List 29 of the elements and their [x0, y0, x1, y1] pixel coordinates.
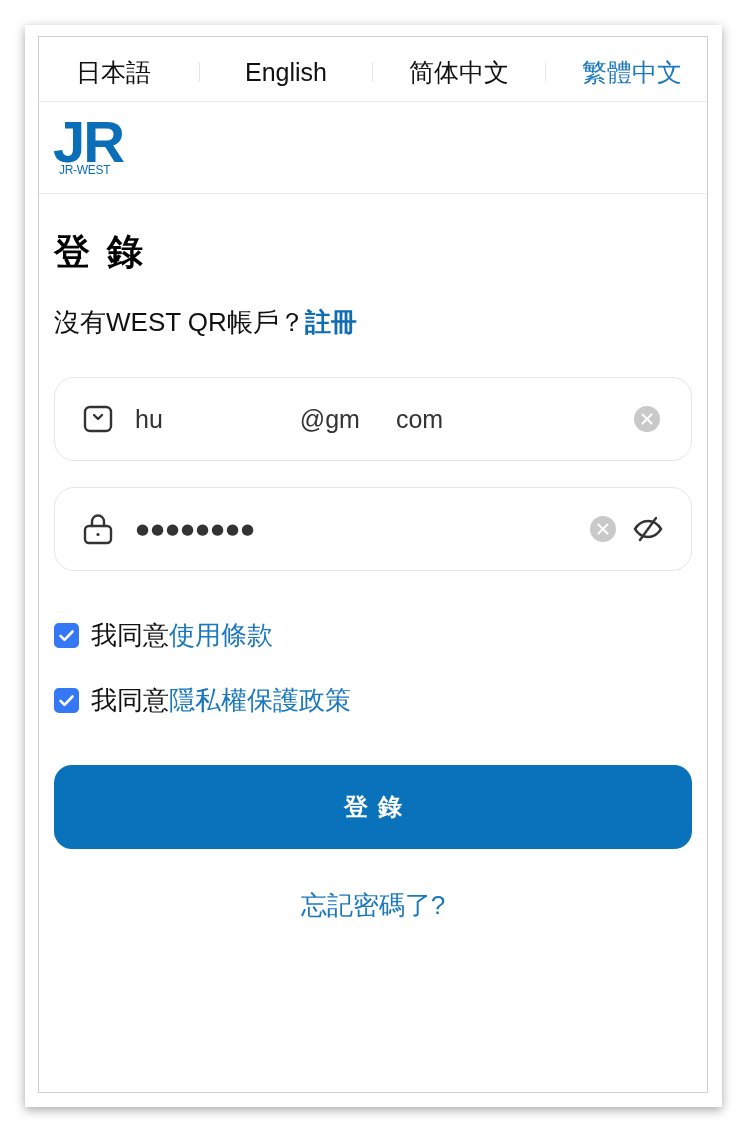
checkbox[interactable] — [54, 622, 79, 648]
language-tab[interactable]: 简体中文 — [401, 52, 517, 92]
agreement-text: 我同意使用條款 — [91, 619, 273, 651]
password-value: ●●●●●●●● — [136, 519, 256, 540]
login-button[interactable]: 登錄 — [54, 765, 692, 849]
page-title: 登錄 — [54, 230, 160, 274]
register-link[interactable]: 註冊 — [304, 307, 357, 337]
email-value: com — [395, 404, 444, 435]
clear-icon — [634, 406, 660, 432]
lock-icon — [83, 513, 113, 545]
policy-link[interactable]: 隱私權保護政策 — [169, 685, 351, 715]
language-tab[interactable]: 繁體中文 — [574, 52, 690, 92]
language-tab[interactable]: 日本語 — [67, 52, 159, 92]
email-value: hu — [135, 404, 163, 435]
agreement-text: 我同意隱私權保護政策 — [91, 684, 351, 716]
email-field[interactable]: hu @gm com — [54, 377, 692, 461]
language-tab[interactable]: English — [237, 52, 335, 92]
eye-slash-icon — [633, 516, 663, 542]
checkbox[interactable] — [54, 687, 79, 713]
password-field[interactable]: ●●●●●●●● — [54, 487, 692, 571]
show-password-button[interactable] — [633, 516, 663, 542]
logo-text: JR — [53, 119, 124, 165]
signup-prompt: 沒有WEST QR帳戶？註冊 — [54, 306, 357, 338]
clear-icon — [590, 516, 616, 542]
inbox-icon — [83, 404, 113, 434]
policy-link[interactable]: 使用條款 — [169, 620, 273, 650]
email-value: @gm — [299, 404, 360, 435]
logo-caption: JR-WEST — [59, 164, 111, 177]
forgot-password-link[interactable]: 忘記密碼了? — [300, 889, 446, 921]
